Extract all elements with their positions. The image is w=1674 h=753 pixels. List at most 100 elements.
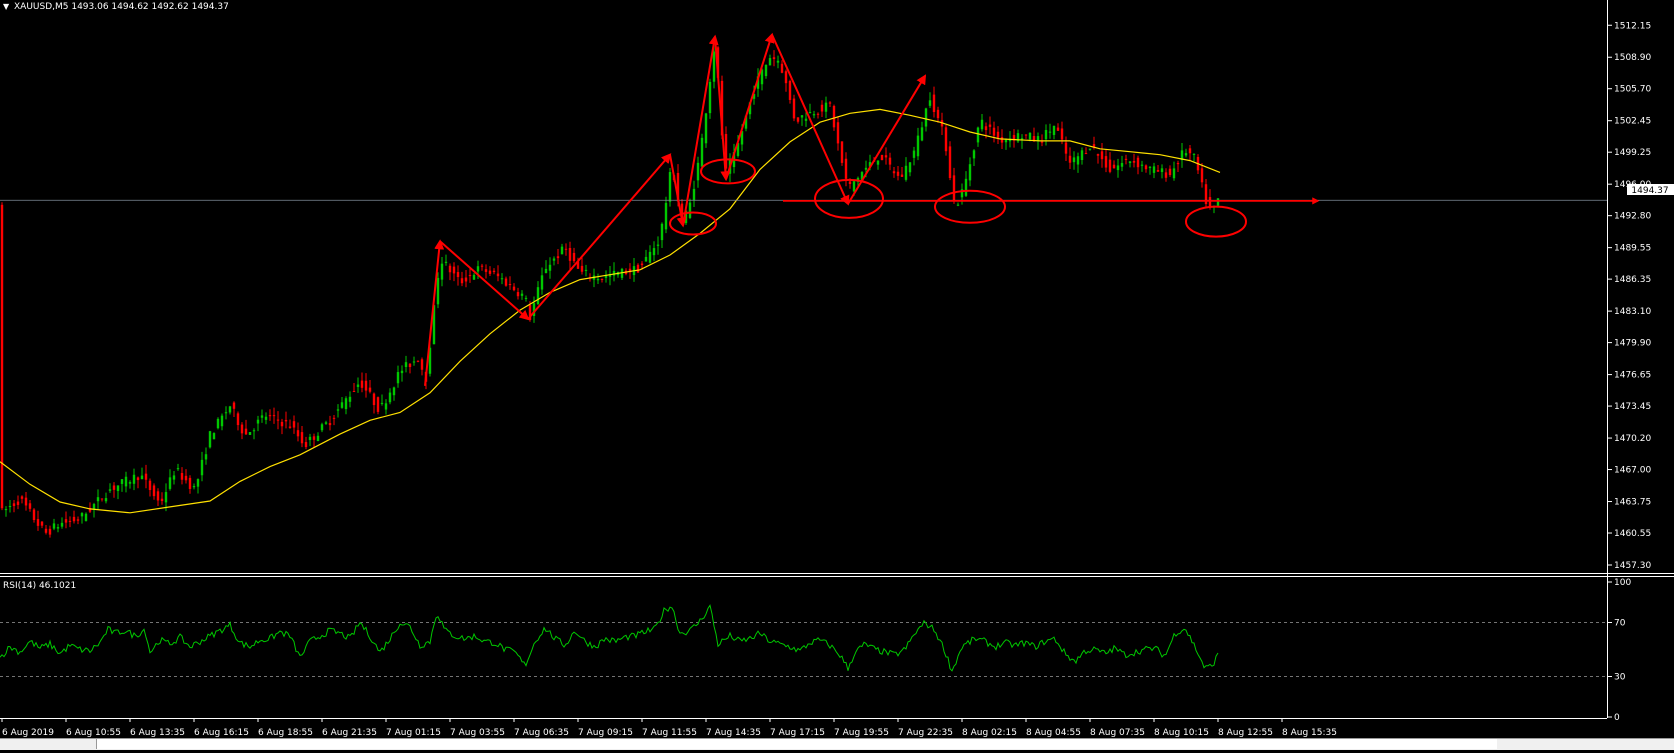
candle-body xyxy=(32,509,36,521)
price-tick-label: 1512.15 xyxy=(1614,21,1651,31)
candle-body xyxy=(780,63,784,73)
candle-body xyxy=(148,480,152,491)
candle-body xyxy=(380,402,384,404)
candle-body xyxy=(140,475,144,480)
candle-body xyxy=(280,421,284,427)
moving-average-line xyxy=(0,108,1221,514)
price-axis-ticks: 1512.151508.901505.701502.451499.251496.… xyxy=(1607,21,1651,571)
highlight-ellipses[interactable] xyxy=(669,158,1247,238)
candle-body xyxy=(340,402,344,408)
rsi-title: RSI(14) 46.1021 xyxy=(3,581,76,591)
candle-body xyxy=(176,468,180,470)
candle-body xyxy=(1136,157,1140,168)
candle-body xyxy=(944,127,948,152)
candle-body xyxy=(332,417,336,419)
candle-body xyxy=(72,516,76,522)
candle-body xyxy=(1140,164,1144,166)
candle-body xyxy=(136,477,140,481)
candle-body xyxy=(572,252,576,262)
candle-body xyxy=(1088,148,1092,150)
candle-body xyxy=(108,489,112,491)
candle-body xyxy=(1172,168,1176,179)
candle-body xyxy=(272,415,276,417)
candle-body xyxy=(708,81,712,114)
candle-body xyxy=(368,387,372,392)
candle-body xyxy=(120,479,124,484)
candle-body xyxy=(1100,151,1104,160)
price-tick-label: 1476.65 xyxy=(1614,371,1651,381)
candle-body xyxy=(796,117,800,122)
candle-body xyxy=(916,135,920,157)
trading-chart[interactable]: 1512.151508.901505.701502.451499.251496.… xyxy=(0,0,1674,749)
candle-body xyxy=(68,520,72,522)
candle-body xyxy=(144,473,148,480)
candle-body xyxy=(768,58,772,66)
candle-body xyxy=(844,158,848,179)
candle-body xyxy=(968,164,972,181)
zigzag-arrow xyxy=(714,36,731,182)
candle-body xyxy=(1112,164,1116,169)
time-tick-label: 7 Aug 09:15 xyxy=(578,728,633,738)
candle-body xyxy=(652,248,656,256)
candle-body xyxy=(172,475,176,480)
candle-body xyxy=(52,523,56,529)
candle-body xyxy=(836,122,840,144)
candle-body xyxy=(1040,141,1044,143)
candle-body xyxy=(832,105,836,128)
candle-body xyxy=(64,519,68,523)
candle-body xyxy=(596,279,600,281)
candle-body xyxy=(792,98,796,119)
price-tick-label: 1479.90 xyxy=(1614,339,1651,349)
candle-body xyxy=(240,424,244,434)
candle-body xyxy=(1144,165,1148,170)
candle-body xyxy=(516,292,520,297)
time-tick-label: 7 Aug 03:55 xyxy=(450,728,505,738)
candle-body xyxy=(488,270,492,274)
zigzag-arrows[interactable] xyxy=(424,32,927,387)
candle-body xyxy=(636,264,640,273)
candle-body xyxy=(772,57,776,60)
zigzag-arrow xyxy=(682,34,719,226)
candle-body xyxy=(852,181,856,192)
candle-body xyxy=(512,286,516,291)
highlight-ellipse xyxy=(669,211,717,236)
candle-body xyxy=(876,160,880,165)
candle-body xyxy=(648,251,652,263)
price-tick-label: 1492.80 xyxy=(1614,212,1651,222)
candle-body xyxy=(904,165,908,180)
candle-body xyxy=(688,202,692,218)
candle-body xyxy=(300,432,304,444)
candle-body xyxy=(828,102,832,104)
candle-body xyxy=(1108,159,1112,172)
candle-body xyxy=(200,459,204,476)
candle-body xyxy=(536,287,540,304)
candle-body xyxy=(36,519,40,526)
candle-body xyxy=(1084,153,1088,155)
candle-body xyxy=(344,398,348,410)
candle-body xyxy=(456,272,460,278)
candle-body xyxy=(24,497,28,506)
candle-body xyxy=(80,513,84,517)
candle-body xyxy=(1168,168,1172,175)
current-price-badge: 1494.37 xyxy=(1631,186,1668,196)
candle-body xyxy=(600,278,604,280)
candle-body xyxy=(352,391,356,393)
candle-body xyxy=(764,64,768,77)
time-tick-label: 8 Aug 04:55 xyxy=(1026,728,1081,738)
price-tick-label: 1508.90 xyxy=(1614,53,1651,63)
candle-body xyxy=(132,474,136,484)
candle-body xyxy=(404,362,408,368)
candle-body xyxy=(912,150,916,158)
candle-body xyxy=(1152,166,1156,173)
price-tick-label: 1463.75 xyxy=(1614,498,1651,508)
candle-body xyxy=(820,104,824,112)
zigzag-arrow xyxy=(771,34,850,206)
candle-body xyxy=(668,172,672,202)
bottom-tab[interactable] xyxy=(96,739,1497,749)
candle-body xyxy=(236,413,240,426)
candle-body xyxy=(1004,139,1008,143)
candle-body xyxy=(1032,136,1036,141)
dropdown-icon[interactable]: ▼ xyxy=(3,2,10,11)
candle-body xyxy=(700,137,704,167)
candle-body xyxy=(1120,163,1124,167)
